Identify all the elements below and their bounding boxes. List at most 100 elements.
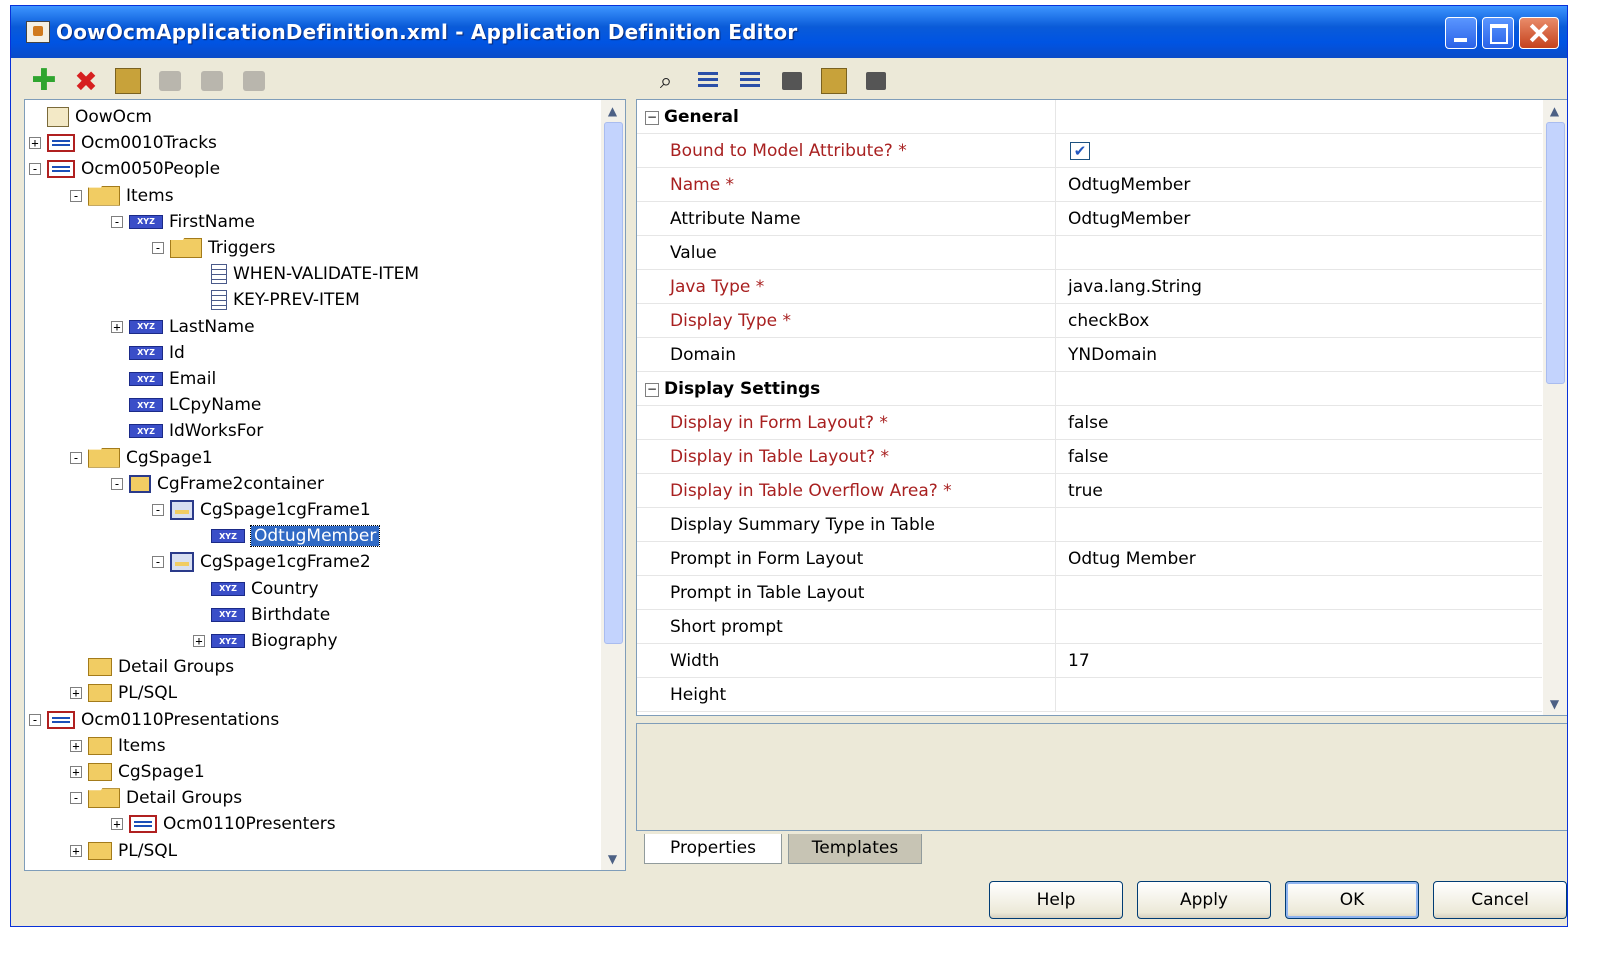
property-row[interactable]: Display in Form Layout? * false [637, 406, 1542, 440]
collapse-toggle-icon[interactable]: - [70, 451, 82, 464]
expand-toggle-icon[interactable]: + [29, 137, 41, 150]
expand-toggle-icon[interactable]: + [70, 844, 82, 857]
property-row[interactable]: Name * OdtugMember [637, 168, 1542, 202]
collapse-toggle-icon[interactable]: - [70, 792, 82, 805]
property-value-cell[interactable]: OdtugMember [1055, 202, 1540, 236]
properties-scrollbar[interactable]: ▲ ▼ [1543, 100, 1567, 715]
tree-node[interactable]: - Items [70, 183, 174, 209]
tree-node[interactable]: Detail Groups [88, 654, 234, 680]
generate-button[interactable] [113, 66, 143, 96]
property-value-cell[interactable] [1055, 610, 1540, 644]
cancel-button[interactable]: Cancel [1433, 881, 1567, 919]
tree-node[interactable]: XYZ OdtugMember [211, 523, 381, 549]
property-row[interactable]: Display in Table Overflow Area? * true [637, 474, 1542, 508]
ok-button[interactable]: OK [1285, 881, 1419, 919]
property-value-cell[interactable]: java.lang.String [1055, 270, 1540, 304]
property-row[interactable]: Attribute Name OdtugMember [637, 202, 1542, 236]
property-row[interactable]: Java Type * java.lang.String [637, 270, 1542, 304]
property-row[interactable]: Prompt in Table Layout [637, 576, 1542, 610]
tree-node[interactable]: - CgSpage1cgFrame1 [152, 497, 371, 523]
property-row[interactable]: Bound to Model Attribute? * ✔ [637, 134, 1542, 168]
property-row[interactable]: Value [637, 236, 1542, 270]
property-value-cell[interactable] [1055, 678, 1540, 712]
tab-templates[interactable]: Templates [788, 834, 922, 864]
collapse-toggle-icon[interactable]: - [111, 215, 123, 228]
tree-node[interactable]: + XYZ LastName [111, 314, 255, 340]
split-divider[interactable] [630, 99, 633, 871]
list-button[interactable] [693, 66, 723, 96]
property-row[interactable]: Domain YNDomain [637, 338, 1542, 372]
property-value-cell[interactable] [1055, 576, 1540, 610]
expand-toggle-icon[interactable]: + [70, 739, 82, 752]
property-value-cell[interactable]: true [1055, 474, 1540, 508]
tree-node[interactable]: XYZ IdWorksFor [129, 418, 263, 444]
collapse-toggle-icon[interactable]: - [29, 713, 41, 726]
expand-toggle-icon[interactable]: + [111, 818, 123, 831]
property-row[interactable]: Display Type * checkBox [637, 304, 1542, 338]
palette-button[interactable] [861, 66, 891, 96]
collapse-toggle-icon[interactable]: - [111, 477, 123, 490]
copy-button[interactable] [735, 66, 765, 96]
collapse-toggle-icon[interactable]: - [152, 504, 164, 516]
copy-node-button[interactable] [155, 66, 185, 96]
collapse-toggle-icon[interactable]: - [29, 163, 41, 176]
tree-node[interactable]: - CgSpage1 [70, 445, 213, 471]
scroll-up-icon[interactable]: ▲ [1545, 102, 1564, 120]
property-value-cell[interactable]: YNDomain [1055, 338, 1540, 372]
close-button[interactable] [1519, 17, 1559, 49]
add-button[interactable]: ✚ [29, 66, 59, 96]
scroll-down-icon[interactable]: ▼ [603, 850, 622, 868]
tree-node[interactable]: - XYZ FirstName [111, 209, 255, 235]
tree-node[interactable]: XYZ Birthdate [211, 602, 330, 628]
tree-scrollbar[interactable]: ▲ ▼ [601, 100, 625, 870]
tree-node[interactable]: + XYZ Biography [193, 628, 338, 654]
collapse-toggle-icon[interactable]: − [645, 111, 659, 125]
property-category[interactable]: − Display Settings [637, 372, 1542, 406]
property-value-cell[interactable]: 17 [1055, 644, 1540, 678]
delete-button[interactable]: ✖ [71, 65, 101, 98]
tree-node[interactable]: XYZ Country [211, 576, 319, 602]
property-row[interactable]: Display in Table Layout? * false [637, 440, 1542, 474]
property-row[interactable]: Width 17 [637, 644, 1542, 678]
property-row[interactable]: Height [637, 678, 1542, 712]
tree-node[interactable]: + Ocm0010Tracks [29, 130, 217, 156]
tree-node[interactable]: XYZ Id [129, 340, 185, 366]
tree-node[interactable]: KEY-PREV-ITEM [211, 287, 360, 313]
tree-node[interactable]: XYZ LCpyName [129, 392, 261, 418]
find-button[interactable]: ⌕ [651, 66, 681, 96]
property-value-cell[interactable]: Odtug Member [1055, 542, 1540, 576]
expand-toggle-icon[interactable]: + [70, 766, 82, 778]
tree-node[interactable]: + CgSpage1 [70, 759, 205, 785]
expand-toggle-icon[interactable]: + [111, 320, 123, 333]
property-value-cell[interactable] [1055, 508, 1540, 542]
title-bar[interactable]: OowOcmApplicationDefinition.xml - Applic… [11, 6, 1567, 58]
property-value-cell[interactable]: checkBox [1055, 304, 1540, 338]
tree-node[interactable]: - CgSpage1cgFrame2 [152, 549, 371, 575]
collapse-toggle-icon[interactable]: − [645, 383, 659, 397]
help-button[interactable]: Help [989, 881, 1123, 919]
scroll-up-icon[interactable]: ▲ [603, 102, 622, 120]
collapse-toggle-icon[interactable]: - [152, 556, 164, 569]
tree-node[interactable]: - Ocm0050People [29, 156, 220, 182]
maximize-button[interactable] [1482, 17, 1514, 49]
tree-scroll-thumb[interactable] [604, 122, 623, 644]
property-row[interactable]: Short prompt [637, 610, 1542, 644]
paste-button[interactable] [777, 66, 807, 96]
tree-node[interactable]: XYZ Email [129, 366, 216, 392]
tree-node[interactable]: + PL/SQL [70, 680, 177, 706]
expand-button[interactable] [197, 66, 227, 96]
tab-properties[interactable]: Properties [644, 834, 782, 864]
tree-node[interactable]: + PL/SQL [70, 838, 177, 864]
bound-checkbox[interactable]: ✔ [1070, 142, 1090, 160]
property-value-cell[interactable]: ✔ [1055, 134, 1540, 168]
collapse-button[interactable] [239, 66, 269, 96]
application-tree[interactable]: OowOcm + Ocm0010Tracks - Ocm0050People - Items… [24, 99, 626, 871]
tree-node[interactable]: + Items [70, 733, 166, 759]
property-value-cell[interactable] [1055, 236, 1540, 270]
collapse-toggle-icon[interactable]: - [70, 189, 82, 202]
scroll-down-icon[interactable]: ▼ [1545, 695, 1564, 713]
tree-node[interactable]: + Ocm0110Presenters [111, 811, 336, 837]
property-row[interactable]: Display Summary Type in Table [637, 508, 1542, 542]
properties-scroll-thumb[interactable] [1546, 122, 1565, 384]
property-category[interactable]: − General [637, 100, 1542, 134]
